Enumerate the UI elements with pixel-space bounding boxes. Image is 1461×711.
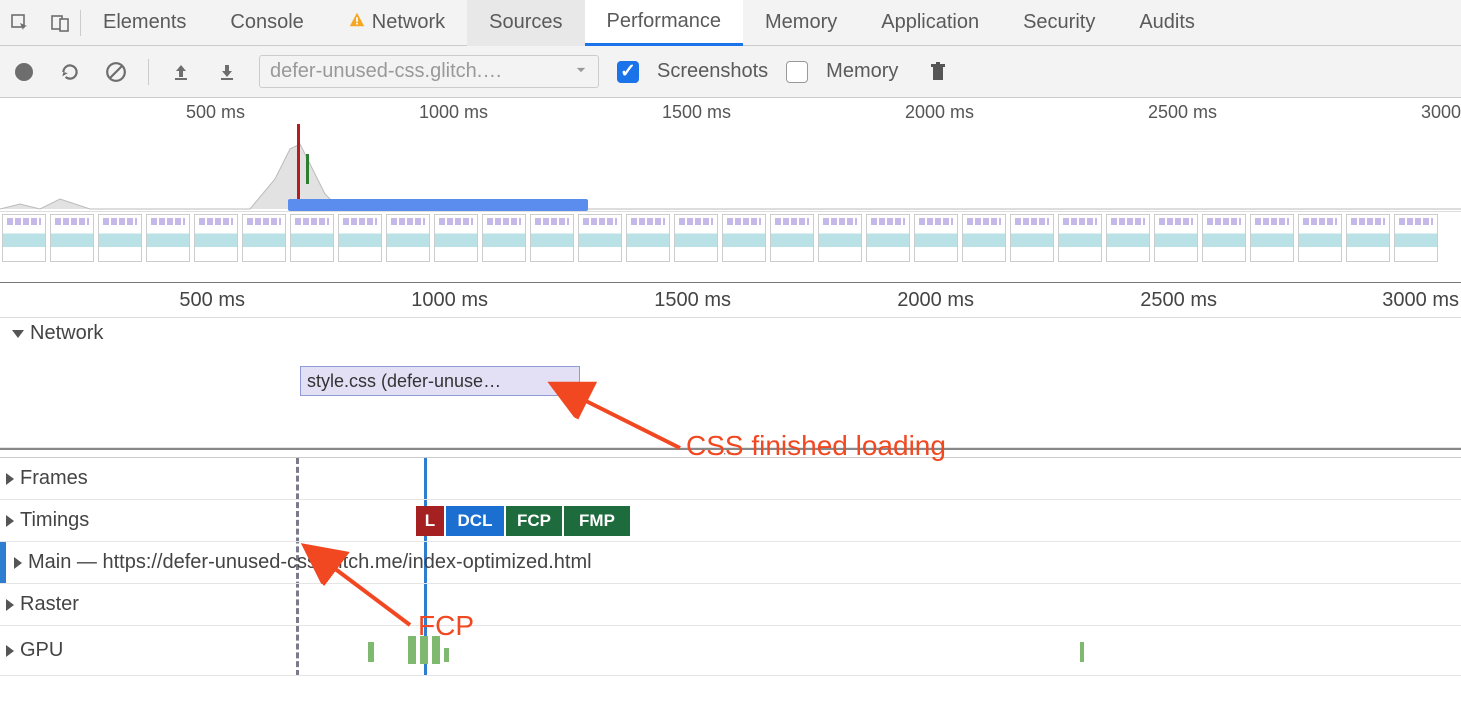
inspect-icon[interactable] (0, 0, 40, 46)
memory-label: Memory (826, 60, 898, 83)
filmstrip-frame[interactable] (1202, 214, 1246, 262)
trash-icon[interactable] (924, 58, 952, 86)
filmstrip-frame[interactable] (1250, 214, 1294, 262)
filmstrip-frame[interactable] (242, 214, 286, 262)
frames-track[interactable]: Frames (0, 458, 1461, 500)
disclosure-icon[interactable] (6, 515, 14, 527)
filmstrip (0, 212, 1461, 268)
tab-performance[interactable]: Performance (585, 0, 744, 46)
gpu-track-label: GPU (20, 639, 63, 662)
tab-network[interactable]: Network (326, 0, 467, 46)
filmstrip-frame[interactable] (194, 214, 238, 262)
overview-ruler: 500 ms 1000 ms 1500 ms 2000 ms 2500 ms 3… (0, 98, 1461, 124)
tab-security[interactable]: Security (1001, 0, 1117, 46)
screenshots-checkbox[interactable]: ✓ (617, 61, 639, 83)
filmstrip-frame[interactable] (674, 214, 718, 262)
disclosure-icon[interactable] (6, 645, 14, 657)
performance-toolbar: defer-unused-css.glitch.… ✓ Screenshots … (0, 46, 1461, 98)
memory-checkbox[interactable] (786, 61, 808, 83)
filmstrip-frame[interactable] (626, 214, 670, 262)
tab-application[interactable]: Application (859, 0, 1001, 46)
timing-pill-l[interactable]: L (416, 506, 444, 536)
raster-track[interactable]: Raster (0, 584, 1461, 626)
filmstrip-frame[interactable] (146, 214, 190, 262)
timing-pill-fmp[interactable]: FMP (564, 506, 630, 536)
devtools-tabstrip: Elements Console Network Sources Perform… (0, 0, 1461, 46)
filmstrip-frame[interactable] (1346, 214, 1390, 262)
tab-console[interactable]: Console (208, 0, 325, 46)
filmstrip-frame[interactable] (770, 214, 814, 262)
chevron-down-icon (574, 60, 588, 83)
timing-pill-dcl[interactable]: DCL (446, 506, 504, 536)
detail-pane: 500 ms 1000 ms 1500 ms 2000 ms 2500 ms 3… (0, 283, 1461, 676)
timings-track[interactable]: Timings L DCL FCP FMP (0, 500, 1461, 542)
filmstrip-frame[interactable] (530, 214, 574, 262)
filmstrip-frame[interactable] (50, 214, 94, 262)
filmstrip-frame[interactable] (914, 214, 958, 262)
gpu-track[interactable]: GPU (0, 626, 1461, 676)
filmstrip-frame[interactable] (2, 214, 46, 262)
filmstrip-frame[interactable] (290, 214, 334, 262)
disclosure-icon[interactable] (14, 557, 22, 569)
dcl-marker (306, 154, 309, 184)
load-marker (297, 124, 300, 211)
filmstrip-frame[interactable] (578, 214, 622, 262)
filmstrip-frame[interactable] (386, 214, 430, 262)
main-track[interactable]: Main — https://defer-unused-css.glitch.m… (0, 542, 1461, 584)
filmstrip-frame[interactable] (98, 214, 142, 262)
warning-icon (348, 11, 366, 35)
pane-resizer[interactable]: ⋯ (0, 448, 1461, 458)
timings-track-label: Timings (20, 509, 89, 532)
profile-select[interactable]: defer-unused-css.glitch.… (259, 55, 599, 88)
divider (148, 59, 149, 85)
reload-button[interactable] (56, 58, 84, 86)
disclosure-icon[interactable] (6, 599, 14, 611)
main-track-indicator (0, 542, 6, 583)
device-toggle-icon[interactable] (40, 0, 80, 46)
disclosure-icon[interactable] (6, 473, 14, 485)
clear-button[interactable] (102, 58, 130, 86)
raster-track-label: Raster (20, 593, 79, 616)
frames-track-label: Frames (20, 467, 88, 490)
filmstrip-frame[interactable] (1154, 214, 1198, 262)
profile-select-label: defer-unused-css.glitch.… (270, 60, 502, 83)
screenshots-label: Screenshots (657, 60, 768, 83)
tab-sources[interactable]: Sources (467, 0, 584, 46)
network-request-label: style.css (defer-unuse… (307, 371, 501, 391)
filmstrip-frame[interactable] (434, 214, 478, 262)
filmstrip-frame[interactable] (1010, 214, 1054, 262)
download-button[interactable] (213, 58, 241, 86)
detail-ruler: 500 ms 1000 ms 1500 ms 2000 ms 2500 ms 3… (0, 283, 1461, 318)
filmstrip-frame[interactable] (1298, 214, 1342, 262)
overview-activity (0, 124, 1461, 212)
filmstrip-frame[interactable] (1058, 214, 1102, 262)
tab-memory[interactable]: Memory (743, 0, 859, 46)
filmstrip-frame[interactable] (1394, 214, 1438, 262)
filmstrip-frame[interactable] (1106, 214, 1150, 262)
filmstrip-frame[interactable] (722, 214, 766, 262)
filmstrip-frame[interactable] (818, 214, 862, 262)
filmstrip-frame[interactable] (866, 214, 910, 262)
network-track[interactable]: Network style.css (defer-unuse… (0, 318, 1461, 448)
network-request-bar[interactable]: style.css (defer-unuse… (300, 366, 580, 396)
main-track-label: Main — https://defer-unused-css.glitch.m… (28, 551, 592, 574)
filmstrip-frame[interactable] (962, 214, 1006, 262)
upload-button[interactable] (167, 58, 195, 86)
flame-chart-area: Frames Timings L DCL FCP FMP Main — http… (0, 458, 1461, 676)
filmstrip-frame[interactable] (482, 214, 526, 262)
timing-pill-fcp[interactable]: FCP (506, 506, 562, 536)
tab-elements[interactable]: Elements (81, 0, 208, 46)
overview-panel[interactable]: 500 ms 1000 ms 1500 ms 2000 ms 2500 ms 3… (0, 98, 1461, 283)
filmstrip-frame[interactable] (338, 214, 382, 262)
overview-selection[interactable] (288, 199, 588, 211)
tab-audits[interactable]: Audits (1117, 0, 1217, 46)
record-button[interactable] (10, 58, 38, 86)
